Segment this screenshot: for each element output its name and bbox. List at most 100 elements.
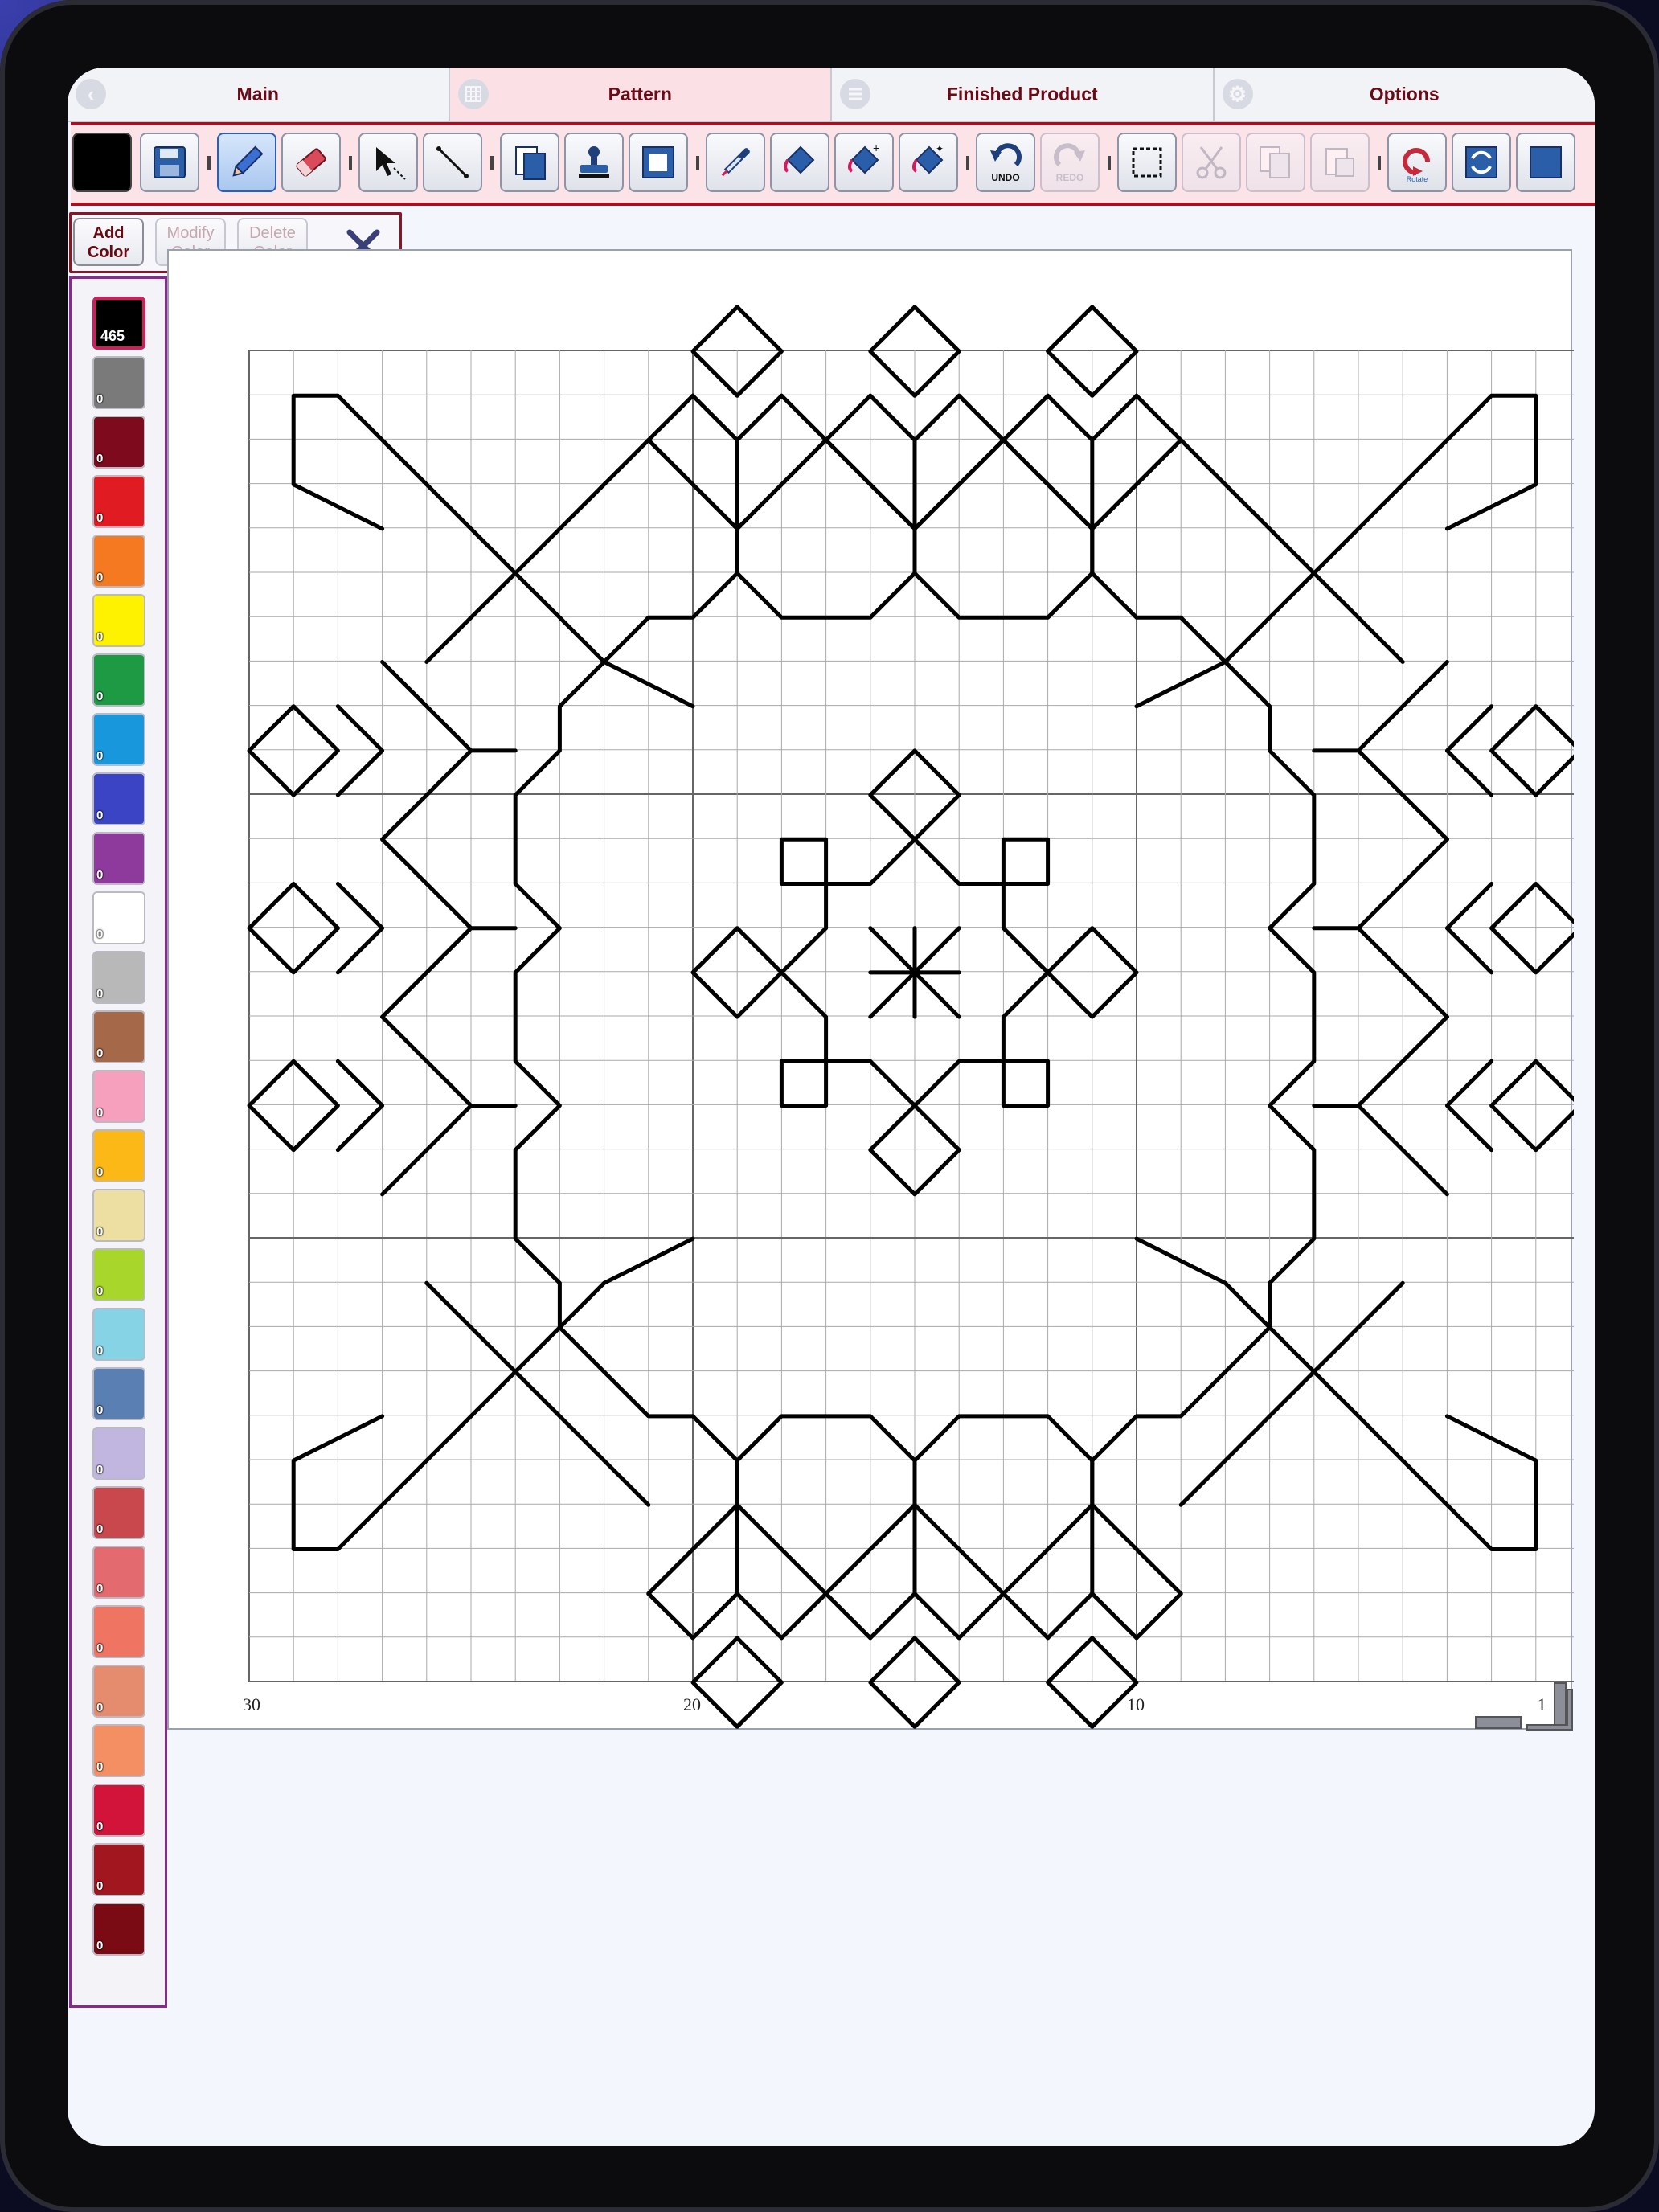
fill-add-button[interactable]: + — [834, 133, 894, 192]
add-color-button[interactable]: Add Color — [73, 218, 144, 266]
frame-icon — [642, 146, 674, 178]
gear-icon: ⚙ — [1222, 79, 1253, 109]
more-icon — [1530, 146, 1562, 178]
x-axis-label: 1 — [1538, 1694, 1546, 1714]
palette-swatch[interactable]: 0 — [92, 1427, 145, 1480]
tab-options[interactable]: ⚙ Options — [1215, 68, 1596, 121]
eyedropper-button[interactable] — [706, 133, 765, 192]
palette-swatch[interactable]: 0 — [92, 1546, 145, 1599]
palette-swatch[interactable]: 0 — [92, 1308, 145, 1361]
flip-button[interactable] — [1452, 133, 1511, 192]
rectangle-select-button[interactable] — [1117, 133, 1177, 192]
copy-paste-button[interactable] — [500, 133, 559, 192]
palette-swatch[interactable]: 0 — [92, 1724, 145, 1777]
stitch-line — [1001, 1591, 1051, 1641]
stitch-line — [1001, 1059, 1051, 1108]
palette-swatch[interactable]: 0 — [92, 1784, 145, 1837]
palette-swatch[interactable]: 0 — [92, 1248, 145, 1301]
palette-swatch[interactable]: 0 — [92, 1367, 145, 1420]
palette-swatch[interactable]: 465 — [92, 297, 145, 350]
stitch-line — [1134, 393, 1183, 443]
line-tool-button[interactable] — [423, 133, 482, 192]
stitch-line — [1489, 704, 1574, 797]
copy-button[interactable] — [1246, 133, 1305, 192]
palette-swatch[interactable]: 0 — [92, 1903, 145, 1956]
more-tools-button[interactable] — [1516, 133, 1575, 192]
stitch-line — [335, 704, 385, 797]
cut-button[interactable] — [1182, 133, 1241, 192]
pattern-toolbar: + ✦ UNDO REDO Rotate — [71, 122, 1595, 206]
stitch-line — [824, 393, 873, 443]
rotate-button[interactable]: Rotate — [1387, 133, 1447, 192]
palette-swatch[interactable]: 0 — [92, 1189, 145, 1242]
redo-button[interactable]: REDO — [1040, 133, 1100, 192]
eraser-tool-button[interactable] — [281, 133, 341, 192]
scissors-icon — [1196, 146, 1227, 179]
stitch-line — [779, 1059, 829, 1108]
palette-swatch[interactable]: 0 — [92, 951, 145, 1004]
tab-finished-product[interactable]: Finished Product — [832, 68, 1215, 121]
app-screen: ‹ Main Pattern Finished Product ⚙ Option… — [68, 68, 1595, 2146]
select-move-button[interactable] — [358, 133, 418, 192]
stitch-count: 0 — [96, 1344, 104, 1358]
stitch-count: 0 — [96, 690, 104, 703]
stitch-line — [779, 393, 829, 443]
palette-swatch[interactable]: 0 — [92, 1665, 145, 1718]
stitch-count: 0 — [96, 1106, 104, 1120]
stitch-count: 0 — [96, 1403, 104, 1417]
stamp-button[interactable] — [564, 133, 624, 192]
palette-swatch[interactable]: 0 — [92, 1010, 145, 1063]
stitch-line — [956, 393, 1006, 443]
undo-button[interactable]: UNDO — [976, 133, 1035, 192]
grid-icon — [457, 79, 489, 109]
fill-replace-button[interactable]: ✦ — [899, 133, 958, 192]
palette-swatch[interactable]: 0 — [92, 891, 145, 944]
palette-swatch[interactable]: 0 — [92, 475, 145, 528]
fill-bucket-button[interactable] — [770, 133, 830, 192]
stitch-count: 0 — [96, 1760, 104, 1774]
tab-pattern[interactable]: Pattern — [449, 68, 832, 121]
save-button[interactable] — [140, 133, 199, 192]
stitch-line — [335, 882, 385, 975]
palette-swatch[interactable]: 0 — [92, 653, 145, 707]
palette-swatch[interactable]: 0 — [92, 356, 145, 409]
stitch-count: 0 — [96, 452, 104, 465]
stitch-line — [291, 393, 429, 531]
palette-swatch[interactable]: 0 — [92, 1486, 145, 1539]
fill-bucket-icon — [784, 145, 815, 174]
stitch-count: 0 — [96, 1047, 104, 1060]
paste-button[interactable] — [1310, 133, 1370, 192]
pattern-canvas[interactable]: 302010120101 30 — [167, 249, 1574, 1731]
x-axis-label: 30 — [243, 1694, 260, 1714]
stitch-count: 0 — [96, 1879, 104, 1893]
pencil-tool-button[interactable] — [217, 133, 276, 192]
palette-swatch[interactable]: 0 — [92, 594, 145, 647]
palette-swatch[interactable]: 0 — [92, 772, 145, 825]
save-icon — [154, 146, 186, 178]
stitch-line — [291, 1414, 429, 1552]
palette-swatch[interactable]: 0 — [92, 535, 145, 588]
stamp-icon — [579, 146, 609, 178]
palette-swatch[interactable]: 0 — [92, 1070, 145, 1123]
clipboard-icon — [515, 146, 546, 180]
current-color-button[interactable] — [72, 133, 132, 192]
tab-pattern-label: Pattern — [608, 83, 672, 104]
stitch-count: 0 — [96, 1463, 104, 1477]
stitch-count: 0 — [96, 571, 104, 584]
stitch-line — [779, 882, 829, 975]
palette-swatch[interactable]: 0 — [92, 1605, 145, 1658]
palette-swatch[interactable]: 0 — [92, 1129, 145, 1182]
frame-button[interactable] — [629, 133, 688, 192]
stitch-count: 0 — [96, 928, 104, 941]
back-arrow-icon[interactable]: ‹ — [76, 79, 106, 109]
rotate-icon: Rotate — [1403, 148, 1430, 183]
tab-main[interactable]: ‹ Main — [68, 68, 450, 121]
stitch-line — [1444, 704, 1494, 797]
palette-swatch[interactable]: 0 — [92, 832, 145, 885]
palette-swatch[interactable]: 0 — [92, 713, 145, 766]
palette-swatch[interactable]: 0 — [92, 1843, 145, 1896]
svg-text:+: + — [873, 141, 879, 154]
palette-swatch[interactable]: 0 — [92, 416, 145, 469]
rotate-label: Rotate — [1407, 175, 1428, 183]
pattern-grid[interactable]: 302010120101 — [169, 251, 1574, 1731]
